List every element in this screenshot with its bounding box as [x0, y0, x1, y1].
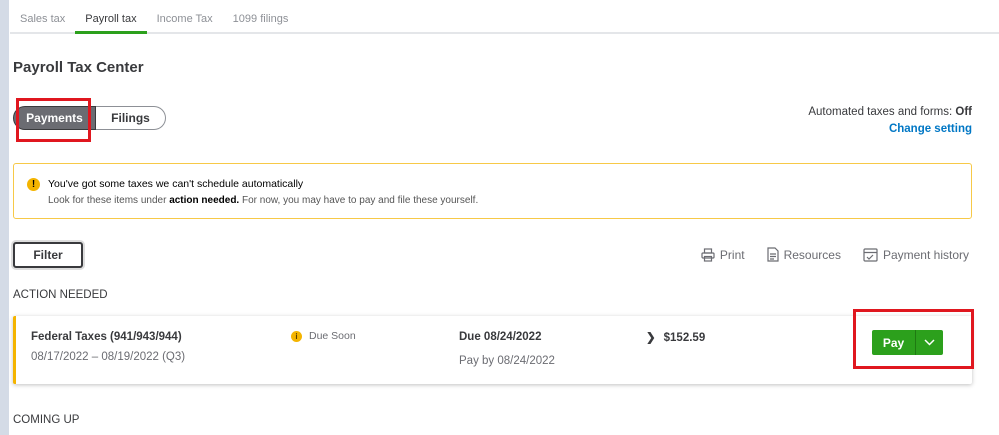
info-icon: i — [291, 330, 302, 342]
alert-body-post: For now, you may have to pay and file th… — [239, 195, 479, 206]
status-badge: i Due Soon — [291, 330, 356, 342]
view-toggle: Payments Filings — [13, 106, 166, 130]
coming-up-heading: COMING UP — [13, 414, 80, 426]
tax-tabs: Sales tax Payroll tax Income Tax 1099 fi… — [10, 0, 999, 34]
resources-label: Resources — [783, 247, 841, 262]
pay-split-button: Pay — [872, 330, 943, 355]
automated-value: Off — [955, 106, 972, 118]
payment-history-label: Payment history — [882, 247, 969, 262]
alert-title: You've got some taxes we can't schedule … — [48, 178, 304, 190]
page-title: Payroll Tax Center — [13, 59, 144, 76]
status-label: Due Soon — [309, 330, 356, 342]
toolbar-actions: Print Resources Payment history — [701, 247, 969, 262]
left-edge — [0, 0, 9, 435]
chevron-down-icon — [924, 339, 935, 346]
amount: $152.59 — [663, 332, 706, 344]
tab-income-tax[interactable]: Income Tax — [147, 0, 223, 34]
alert-body-bold: action needed. — [169, 195, 240, 206]
warning-icon: ! — [27, 178, 40, 191]
payment-history-button[interactable]: Payment history — [863, 247, 969, 262]
document-icon — [766, 247, 779, 262]
due-date: Due 08/24/2022 — [459, 331, 542, 343]
alert-body-pre: Look for these items under — [48, 195, 170, 206]
tax-period: 08/17/2022 – 08/19/2022 (Q3) — [31, 351, 186, 363]
tax-payment-row: Federal Taxes (941/943/944) 08/17/2022 –… — [13, 316, 972, 384]
printer-icon — [701, 247, 715, 262]
pay-button[interactable]: Pay — [872, 330, 915, 355]
alert-body: Look for these items under action needed… — [48, 195, 478, 206]
filter-button[interactable]: Filter — [13, 242, 83, 268]
tab-payroll-tax[interactable]: Payroll tax — [75, 0, 147, 34]
action-needed-heading: ACTION NEEDED — [13, 289, 108, 301]
amount-expander[interactable]: ❯ $152.59 — [646, 330, 705, 344]
tab-sales-tax[interactable]: Sales tax — [10, 0, 75, 34]
print-label: Print — [719, 247, 745, 262]
change-setting-link[interactable]: Change setting — [808, 123, 972, 135]
automated-settings: Automated taxes and forms: Off Change se… — [808, 106, 972, 135]
chevron-right-icon: ❯ — [646, 332, 656, 344]
pay-options-dropdown[interactable] — [915, 330, 943, 355]
filings-toggle[interactable]: Filings — [96, 106, 166, 130]
payments-toggle[interactable]: Payments — [13, 106, 96, 130]
automated-label: Automated taxes and forms: — [808, 106, 953, 118]
pay-by-date: Pay by 08/24/2022 — [459, 355, 555, 367]
receipt-icon — [863, 247, 878, 262]
tax-name: Federal Taxes (941/943/944) — [31, 331, 182, 343]
resources-button[interactable]: Resources — [766, 247, 841, 262]
warning-alert: ! You've got some taxes we can't schedul… — [13, 163, 972, 219]
tab-1099-filings[interactable]: 1099 filings — [223, 0, 299, 34]
print-button[interactable]: Print — [701, 247, 745, 262]
